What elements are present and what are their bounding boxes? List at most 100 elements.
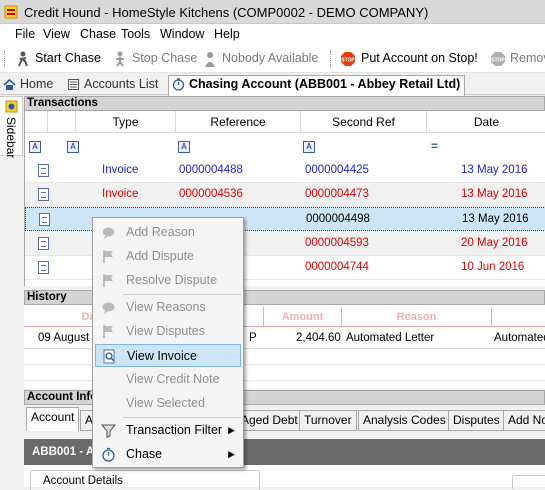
menu-window[interactable]: Window (160, 27, 204, 41)
submenu-arrow-icon: ▶ (228, 425, 235, 435)
document-icon (38, 164, 49, 177)
cell-date: 20 May 2016 (461, 237, 528, 249)
tab-accounts-list-label: Accounts List (84, 77, 159, 91)
history-column-amount[interactable]: Amount (264, 307, 342, 327)
cell-second-ref: 0000004498 (306, 213, 370, 225)
stop-sign-icon: STOP (341, 52, 355, 66)
menu-help[interactable]: Help (214, 27, 240, 41)
cell-date: 13 May 2016 (461, 164, 528, 176)
sidebar-toggle[interactable]: Sidebar (0, 96, 23, 159)
menu-item-label: Add Dispute (126, 249, 195, 263)
tab-analysis-codes[interactable]: Analysis Codes (358, 410, 451, 431)
menu-item-label: View Invoice (127, 349, 197, 363)
menu-item-view-credit-note[interactable]: View Credit Note (95, 368, 241, 391)
transactions-header: Transactions (24, 96, 545, 111)
window-title: Credit Hound - HomeStyle Kitchens (COMP0… (24, 5, 429, 20)
tab-account[interactable]: Account (26, 407, 80, 431)
cell-second-ref: 0000004473 (305, 188, 369, 200)
menu-separator (123, 417, 241, 418)
toolbar-separator (330, 51, 331, 67)
menu-separator (123, 294, 241, 295)
document-icon (39, 213, 50, 226)
menu-item-add-reason[interactable]: Add Reason (95, 221, 241, 244)
filter-icon-reference[interactable]: A (178, 141, 190, 153)
menu-bar: File View Chase Tools Window Help (0, 24, 545, 45)
menu-tools[interactable]: Tools (121, 27, 150, 41)
history-cell-date: 09 August (38, 332, 90, 344)
tab-aged-debt[interactable]: Aged Debt (236, 410, 303, 431)
cell-second-ref: 0000004425 (305, 164, 369, 176)
person-run-icon (18, 51, 28, 67)
table-row[interactable]: Invoice 0000004488 0000004425 13 May 201… (25, 159, 545, 183)
menu-item-chase[interactable]: Chase ▶ (95, 443, 241, 466)
menu-item-add-dispute[interactable]: Add Dispute (95, 245, 241, 268)
tab-accounts-list[interactable]: Accounts List (64, 76, 162, 95)
menu-item-transaction-filter[interactable]: Transaction Filter ▶ (95, 419, 241, 442)
menu-item-label: View Disputes (126, 324, 205, 338)
person-icon (205, 52, 215, 67)
menu-item-view-selected[interactable]: View Selected (95, 392, 241, 415)
stopwatch-icon (172, 78, 185, 91)
menu-item-label: View Selected (126, 396, 205, 410)
menu-item-view-disputes[interactable]: View Disputes (95, 320, 241, 343)
table-row[interactable]: Invoice 0000004536 0000004473 13 May 201… (25, 183, 545, 207)
menu-item-label: Transaction Filter (126, 423, 223, 437)
document-tab-bar: Home Accounts List Chasing Account (ABB0… (0, 74, 545, 96)
flag-icon (103, 274, 113, 287)
magnifier-icon (103, 349, 115, 364)
context-menu: Add Reason Add Dispute Resolve Dispute V… (92, 217, 244, 468)
tab-home[interactable]: Home (0, 76, 57, 95)
history-cell-extra: Automated (494, 332, 545, 344)
toolbar-grip (4, 51, 5, 67)
filter-icon-second-ref[interactable]: A (303, 141, 315, 153)
menu-item-label: Chase (126, 447, 163, 461)
document-icon (38, 188, 49, 201)
history-cell-amount: 2,404.60 (296, 332, 341, 344)
filter-icon-col1[interactable]: A (29, 141, 41, 153)
history-column-reason[interactable]: Reason (342, 307, 492, 327)
stopwatch-icon (102, 447, 115, 462)
history-column-extra (492, 307, 545, 327)
tab-add-notes[interactable]: Add No (503, 410, 545, 431)
svg-text:STOP: STOP (491, 58, 505, 64)
tab-disputes[interactable]: Disputes (448, 410, 505, 431)
filter-icon-date[interactable]: = (431, 139, 438, 153)
flag-icon (103, 325, 113, 338)
column-header-second-ref[interactable]: Second Ref (301, 111, 427, 133)
history-cell-reason: Automated Letter (346, 332, 435, 344)
app-icon (4, 5, 18, 19)
reason-icon (102, 227, 115, 239)
menu-item-label: Add Reason (126, 225, 195, 239)
stop-sign-disabled-icon: STOP (491, 52, 505, 66)
menu-item-view-invoice[interactable]: View Invoice (95, 344, 241, 367)
menu-view[interactable]: View (43, 27, 70, 41)
cell-reference: 0000004536 (179, 188, 243, 200)
start-chase-label: Start Chase (35, 51, 102, 65)
cell-reference: 0000004488 (179, 164, 243, 176)
sidebar-label: Sidebar (4, 117, 18, 159)
submenu-arrow-icon: ▶ (228, 449, 235, 459)
document-icon (38, 261, 49, 274)
tab-chasing-account[interactable]: Chasing Account (ABB001 - Abbey Retail L… (168, 75, 466, 96)
column-header-date[interactable]: Date (427, 111, 545, 133)
cell-date: 10 Jun 2016 (461, 261, 525, 273)
filter-icon-type[interactable]: A (67, 141, 79, 153)
cell-date: 13 May 2016 (461, 188, 528, 200)
cell-date: 13 May 2016 (462, 213, 529, 225)
menu-chase[interactable]: Chase (80, 27, 116, 41)
menu-item-label: View Credit Note (126, 372, 220, 386)
menu-item-view-reasons[interactable]: View Reasons (95, 296, 241, 319)
column-header-reference[interactable]: Reference (176, 111, 301, 133)
list-icon (68, 79, 79, 90)
menu-item-resolve-dispute[interactable]: Resolve Dispute (95, 269, 241, 292)
toolbar: Start Chase Stop Chase Nobody Available … (0, 45, 545, 73)
column-header-type[interactable]: Type (76, 111, 176, 133)
cell-second-ref: 0000004593 (305, 237, 369, 249)
account-panel: Account Details (24, 465, 545, 490)
tab-turnover[interactable]: Turnover (299, 410, 357, 431)
home-icon (3, 78, 16, 90)
document-icon (38, 237, 49, 250)
stop-chase-label: Stop Chase (132, 51, 198, 65)
history-cell-currency: P (249, 332, 257, 344)
menu-file[interactable]: File (15, 27, 35, 41)
